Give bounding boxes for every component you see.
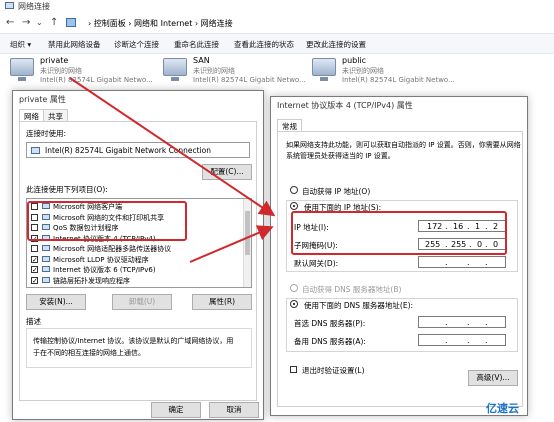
breadcrumb-item[interactable]: 控制面板 [94,19,126,28]
cancel-button[interactable]: 取消 [209,402,259,418]
item-checkbox[interactable]: ✓ [31,255,38,263]
description-text: 于在不同的相互连接的网络上通信。 [33,349,145,357]
item-label: Microsoft 网络适配器多路传送器协议 [53,245,172,253]
uninstall-button[interactable]: 卸载(U) [112,294,172,310]
validate-checkbox[interactable] [290,366,297,373]
view-status-button[interactable]: 查看此连接的状态 [234,39,294,50]
adapter-field: Intel(R) 82574L Gigabit Network Connecti… [26,142,250,158]
back-arrow-icon[interactable]: ← [6,17,14,28]
control-panel-icon [66,18,76,27]
tab-general[interactable]: 常规 [277,119,302,131]
protocol-icon [42,276,50,283]
item-checkbox[interactable] [31,245,38,252]
highlight-box [27,201,187,241]
protocol-icon [42,245,50,251]
description-text: 传输控制协议/Internet 协议。该协议是默认的广域网络协议，用 [33,337,234,345]
items-label: 此连接使用下列项目(O): [26,185,108,194]
description-title: 描述 [26,317,41,326]
adapter-status: 未识别的网络 [193,67,235,75]
adapter-device: Intel(R) 82574L Gigabit Netwo... [40,76,153,84]
dns2-label: 备用 DNS 服务器(A): [294,337,366,346]
breadcrumb: › 控制面板 › 网络和 Internet › 网络连接 [88,19,233,28]
dns1-label: 首选 DNS 服务器(P): [294,319,366,328]
protocol-icon [42,255,50,262]
breadcrumb-item[interactable]: 网络连接 [201,19,233,28]
adapter-status: 未识别的网络 [40,67,82,75]
gateway-label: 默认网关(D): [294,259,339,268]
properties-button[interactable]: 属性(R) [192,294,252,310]
install-button[interactable]: 安装(N)... [26,294,86,310]
network-icon [5,2,14,9]
item-label: Microsoft LLDP 协议驱动程序 [53,255,149,264]
manual-dns-label: 使用下面的 DNS 服务器地址(E): [302,300,416,311]
watermark-logo: 亿速云 [486,400,519,416]
dialog-title: Internet 协议版本 4 (TCP/IPv4) 属性 [271,97,527,113]
list-item[interactable]: ✓ Microsoft LLDP 协议驱动程序 [29,255,241,265]
configure-button[interactable]: 配置(C)... [202,164,252,180]
network-card-icon [31,147,40,154]
ok-button[interactable]: 确定 [151,402,201,418]
advanced-button[interactable]: 高级(V)... [468,370,518,386]
auto-dns-label: 自动获得 DNS 服务器地址(B) [302,285,402,294]
watermark-text: 亿速云 [486,402,519,415]
list-item[interactable]: ✓ Internet 协议版本 6 (TCP/IPv6) [29,265,241,275]
item-checkbox[interactable]: ✓ [31,276,38,284]
item-label: Internet 协议版本 6 (TCP/IPv6) [53,266,156,274]
adapter-name: SAN [193,56,210,65]
list-scrollbar[interactable] [243,199,251,287]
window-title: 网络连接 [18,2,50,11]
general-tab-panel: 如果网络支持此功能，则可以获取自动指派的 IP 设置。否则，你需要从网络 系统管… [277,131,523,407]
window-titlebar: 网络连接 [0,0,554,12]
auto-dns-radio[interactable] [290,284,298,292]
list-item[interactable]: ✓ 链路层拓扑发现响应程序 [29,276,241,286]
dns1-input[interactable]: ... [418,316,506,328]
adapter-device: Intel(R) 82574L Gigabit Netwo... [342,76,455,84]
connect-using-label: 连接时使用: [26,129,67,138]
intro-text: 如果网络支持此功能，则可以获取自动指派的 IP 设置。否则，你需要从网络 [286,141,521,149]
ipv4-dialog: Internet 协议版本 4 (TCP/IPv4) 属性 常规 如果网络支持此… [270,96,528,416]
auto-ip-radio[interactable] [290,186,298,194]
gateway-input[interactable]: ... [418,256,506,268]
network-adapter-icon [163,58,187,81]
network-adapter-icon [10,58,34,81]
network-tab-panel: 连接时使用: Intel(R) 82574L Gigabit Network C… [19,121,257,401]
disable-device-button[interactable]: 禁用此网络设备 [48,39,101,50]
protocol-icon [42,266,50,272]
rename-button[interactable]: 重命名此连接 [174,39,219,50]
adapter-name: public [342,56,367,65]
item-label: 链路层拓扑发现响应程序 [53,276,130,285]
adapter-name-text: Intel(R) 82574L Gigabit Network Connecti… [45,146,212,155]
adapter-status: 未识别的网络 [342,67,384,75]
address-bar: ← → ⌄ ↑ › 控制面板 › 网络和 Internet › 网络连接 [0,12,554,34]
item-checkbox[interactable]: ✓ [31,266,38,274]
network-adapter-icon [312,58,336,81]
manual-dns-radio[interactable] [290,300,298,308]
validate-label: 退出时验证设置(L) [302,366,365,375]
command-bar: 组织 ▾ 禁用此网络设备 诊断这个连接 重命名此连接 查看此连接的状态 更改此连… [0,34,554,54]
forward-arrow-icon[interactable]: → [22,17,30,28]
organize-button[interactable]: 组织 ▾ [10,39,31,50]
adapter-name: private [40,56,69,65]
properties-dialog: private 属性 网络 共享 连接时使用: Intel(R) 82574L … [12,90,264,420]
dns2-input[interactable]: ... [418,334,506,346]
adapter-device: Intel(R) 82574L Gigabit Netwo... [193,76,306,84]
change-settings-button[interactable]: 更改此连接的设置 [306,39,366,50]
scrollbar-thumb[interactable] [245,211,250,255]
diagnose-button[interactable]: 诊断这个连接 [114,39,159,50]
manual-ip-radio[interactable] [290,202,298,210]
intro-text: 系统管理员处获得适当的 IP 设置。 [286,152,395,160]
adapter-public[interactable]: public 未识别的网络 Intel(R) 82574L Gigabit Ne… [312,56,455,96]
list-item[interactable]: Microsoft 网络适配器多路传送器协议 [29,244,241,254]
auto-ip-label: 自动获得 IP 地址(O) [302,187,371,196]
up-arrow-icon[interactable]: ↑ [50,17,58,28]
dialog-title: private 属性 [13,91,263,107]
description-box: 传输控制协议/Internet 协议。该协议是默认的广域网络协议，用 于在不同的… [26,328,252,368]
tab-sharing[interactable]: 共享 [43,109,68,121]
chevron-down-icon[interactable]: ⌄ [36,18,43,27]
breadcrumb-item[interactable]: 网络和 Internet [134,19,192,28]
tab-network[interactable]: 网络 [19,109,44,121]
highlight-box [291,211,507,255]
